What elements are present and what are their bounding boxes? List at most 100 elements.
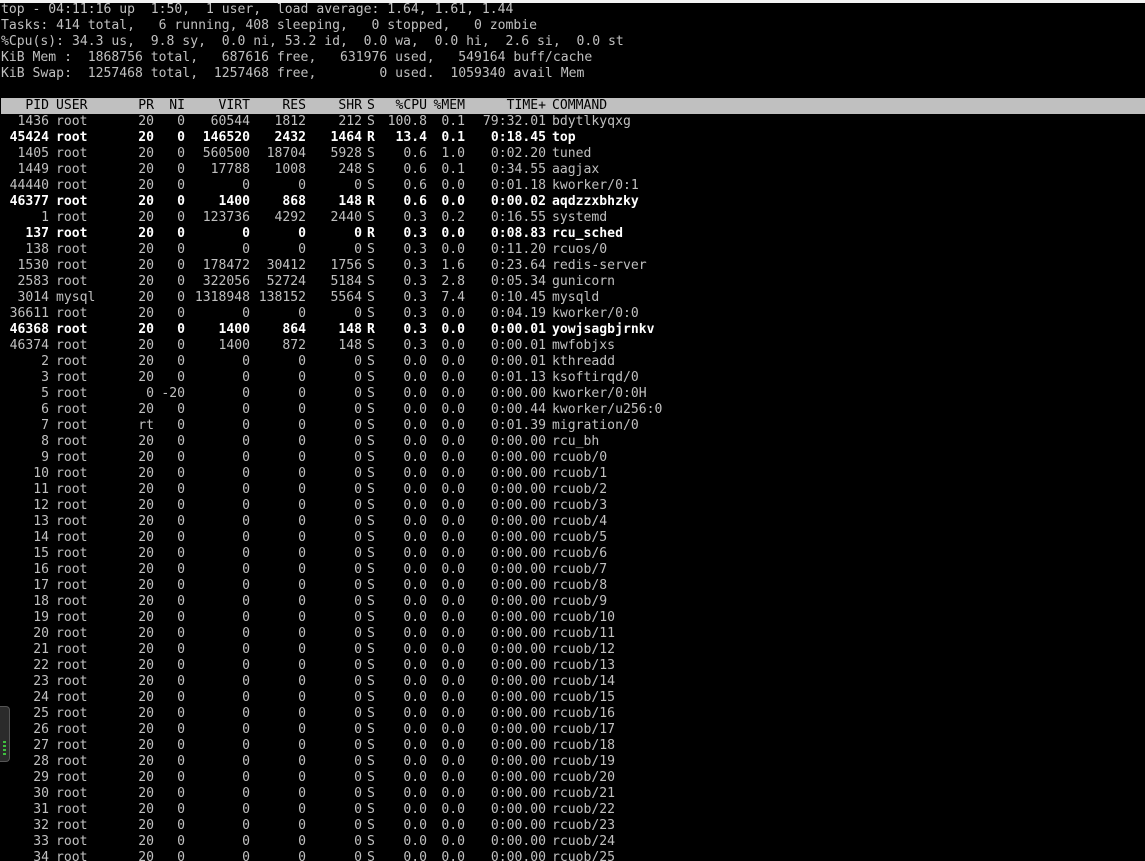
table-row[interactable]: 11 root 20 0 0 0 0 S 0.0 0.0 0:00.00 rcuob/2 — [1, 482, 1145, 498]
table-row[interactable]: 13 root 20 0 0 0 0 S 0.0 0.0 0:00.00 rcuob/4 — [1, 514, 1145, 530]
table-row[interactable]: 6 root 20 0 0 0 0 S 0.0 0.0 0:00.44 kworker/u256:0 — [1, 402, 1145, 418]
table-row[interactable]: 26 root 20 0 0 0 0 S 0.0 0.0 0:00.00 rcuob/17 — [1, 722, 1145, 738]
table-row[interactable]: 1 root 20 0 123736 4292 2440 S 0.3 0.2 0:16.55 syst… — [1, 210, 1145, 226]
cell-virt: 0 — [242, 178, 250, 193]
cell-shr: 0 — [354, 562, 362, 577]
table-row[interactable]: 28 root 20 0 0 0 0 S 0.0 0.0 0:00.00 rcuob/19 — [1, 754, 1145, 770]
cell-priority: 20 — [138, 850, 154, 861]
cell-command: rcuob/12 — [552, 642, 616, 657]
table-row[interactable]: 46377 root 20 0 1400 868 148 R 0.6 0.0 0:00.02 aqdz… — [1, 194, 1145, 210]
table-row[interactable]: 9 root 20 0 0 0 0 S 0.0 0.0 0:00.00 rcuob/0 — [1, 450, 1145, 466]
table-row[interactable]: 1449 root 20 0 17788 1008 248 S 0.6 0.1 0:34.55 aag… — [1, 162, 1145, 178]
cell-cpu: 0.3 — [403, 322, 427, 337]
table-row[interactable]: 17 root 20 0 0 0 0 S 0.0 0.0 0:00.00 rcuob/8 — [1, 578, 1145, 594]
cell-user: root — [56, 434, 88, 449]
table-row[interactable]: 46368 root 20 0 1400 864 148 R 0.3 0.0 0:00.01 yowj… — [1, 322, 1145, 338]
cell-res: 2432 — [274, 130, 306, 145]
cell-virt: 0 — [242, 498, 250, 513]
table-row[interactable]: 3 root 20 0 0 0 0 S 0.0 0.0 0:01.13 ksoftirqd/0 — [1, 370, 1145, 386]
cell-command: rcuob/25 — [552, 850, 616, 861]
cell-priority: 20 — [138, 738, 154, 753]
table-row[interactable]: 33 root 20 0 0 0 0 S 0.0 0.0 0:00.00 rcuob/24 — [1, 834, 1145, 850]
cell-priority: 20 — [138, 706, 154, 721]
table-row[interactable]: 3014 mysql 20 0 1318948 138152 5564 S 0.3 7.4 0:10… — [1, 290, 1145, 306]
terminal-screen[interactable]: top - 04:11:16 up 1:50, 1 user, load ave… — [1, 2, 1145, 861]
cell-shr: 0 — [354, 786, 362, 801]
cell-mem: 0.0 — [441, 610, 465, 625]
table-row[interactable]: 31 root 20 0 0 0 0 S 0.0 0.0 0:00.00 rcuob/22 — [1, 802, 1145, 818]
table-row[interactable]: 45424 root 20 0 146520 2432 1464 R 13.4 0.1 0:18.4… — [1, 130, 1145, 146]
cell-priority: 20 — [138, 114, 154, 129]
table-row[interactable]: 18 root 20 0 0 0 0 S 0.0 0.0 0:00.00 rcuob/9 — [1, 594, 1145, 610]
cell-priority: 20 — [138, 514, 154, 529]
cell-command: redis-server — [552, 258, 647, 273]
cell-user: root — [56, 562, 88, 577]
table-row[interactable]: 14 root 20 0 0 0 0 S 0.0 0.0 0:00.00 rcuob/5 — [1, 530, 1145, 546]
table-row[interactable]: 8 root 20 0 0 0 0 S 0.0 0.0 0:00.00 rcu_bh — [1, 434, 1145, 450]
table-row[interactable]: 138 root 20 0 0 0 0 S 0.3 0.0 0:11.20 rcuos/0 — [1, 242, 1145, 258]
cell-command: rcuob/16 — [552, 706, 616, 721]
table-row[interactable]: 24 root 20 0 0 0 0 S 0.0 0.0 0:00.00 rcuob/15 — [1, 690, 1145, 706]
cell-priority: 20 — [138, 450, 154, 465]
table-row[interactable]: 5 root 0 -20 0 0 0 S 0.0 0.0 0:00.00 kworker/0:0H — [1, 386, 1145, 402]
table-row[interactable]: 137 root 20 0 0 0 0 R 0.3 0.0 0:08.83 rcu_sched — [1, 226, 1145, 242]
cell-pid: 21 — [33, 642, 49, 657]
cell-pid: 29 — [33, 770, 49, 785]
table-row[interactable]: 12 root 20 0 0 0 0 S 0.0 0.0 0:00.00 rcuob/3 — [1, 498, 1145, 514]
cell-command: rcuob/0 — [552, 450, 608, 465]
cell-priority: 20 — [138, 482, 154, 497]
cell-virt: 560500 — [202, 146, 250, 161]
table-row[interactable]: 1436 root 20 0 60544 1812 212 S 100.8 0.1 79:32.01… — [1, 114, 1145, 130]
cell-virt: 0 — [242, 578, 250, 593]
table-row[interactable]: 1405 root 20 0 560500 18704 5928 S 0.6 1.0 0:02.20… — [1, 146, 1145, 162]
cell-command: gunicorn — [552, 274, 616, 289]
table-row[interactable]: 23 root 20 0 0 0 0 S 0.0 0.0 0:00.00 rcuob/14 — [1, 674, 1145, 690]
table-row[interactable]: 15 root 20 0 0 0 0 S 0.0 0.0 0:00.00 rcuob/6 — [1, 546, 1145, 562]
cell-command: tuned — [552, 146, 592, 161]
cell-state: S — [367, 562, 375, 577]
table-row[interactable]: 20 root 20 0 0 0 0 S 0.0 0.0 0:00.00 rcuob/11 — [1, 626, 1145, 642]
cell-priority: 20 — [138, 674, 154, 689]
table-row[interactable]: 2 root 20 0 0 0 0 S 0.0 0.0 0:00.01 kthreadd — [1, 354, 1145, 370]
cell-command: top — [552, 130, 576, 145]
table-row[interactable]: 19 root 20 0 0 0 0 S 0.0 0.0 0:00.00 rcuob/10 — [1, 610, 1145, 626]
table-row[interactable]: 46374 root 20 0 1400 872 148 S 0.3 0.0 0:00.01 mwfo… — [1, 338, 1145, 354]
side-panel-handle[interactable] — [0, 706, 10, 762]
table-row[interactable]: 30 root 20 0 0 0 0 S 0.0 0.0 0:00.00 rcuob/21 — [1, 786, 1145, 802]
cell-nice: 0 — [177, 274, 185, 289]
table-row[interactable]: 44440 root 20 0 0 0 0 S 0.6 0.0 0:01.18 kworker/0:1 — [1, 178, 1145, 194]
cell-virt: 0 — [242, 242, 250, 257]
cell-mem: 0.2 — [441, 210, 465, 225]
table-row[interactable]: 25 root 20 0 0 0 0 S 0.0 0.0 0:00.00 rcuob/16 — [1, 706, 1145, 722]
cell-virt: 0 — [242, 674, 250, 689]
table-row[interactable]: 2583 root 20 0 322056 52724 5184 S 0.3 2.8 0:05.34… — [1, 274, 1145, 290]
cell-shr: 0 — [354, 418, 362, 433]
cell-priority: 20 — [138, 690, 154, 705]
cell-mem: 0.0 — [441, 738, 465, 753]
table-row[interactable]: 7 root rt 0 0 0 0 S 0.0 0.0 0:01.39 migration/0 — [1, 418, 1145, 434]
cell-shr: 0 — [354, 226, 362, 241]
cell-mem: 0.0 — [441, 722, 465, 737]
cell-pid: 138 — [25, 242, 49, 257]
cell-time: 0:00.00 — [490, 466, 546, 481]
table-row[interactable]: 34 root 20 0 0 0 0 S 0.0 0.0 0:00.00 rcuob/25 — [1, 850, 1145, 861]
cell-virt: 0 — [242, 786, 250, 801]
cell-res: 0 — [298, 770, 306, 785]
table-row[interactable]: 16 root 20 0 0 0 0 S 0.0 0.0 0:00.00 rcuob/7 — [1, 562, 1145, 578]
cell-nice: 0 — [177, 754, 185, 769]
cell-user: root — [56, 338, 88, 353]
cell-cpu: 0.6 — [403, 194, 427, 209]
table-row[interactable]: 1530 root 20 0 178472 30412 1756 S 0.3 1.6 0:23.64… — [1, 258, 1145, 274]
table-row[interactable]: 36611 root 20 0 0 0 0 S 0.3 0.0 0:04.19 kworker/0:0 — [1, 306, 1145, 322]
table-row[interactable]: 10 root 20 0 0 0 0 S 0.0 0.0 0:00.00 rcuob/1 — [1, 466, 1145, 482]
cell-time: 0:00.00 — [490, 706, 546, 721]
cell-cpu: 13.4 — [395, 130, 427, 145]
table-row[interactable]: 32 root 20 0 0 0 0 S 0.0 0.0 0:00.00 rcuob/23 — [1, 818, 1145, 834]
table-row[interactable]: 21 root 20 0 0 0 0 S 0.0 0.0 0:00.00 rcuob/12 — [1, 642, 1145, 658]
table-row[interactable]: 22 root 20 0 0 0 0 S 0.0 0.0 0:00.00 rcuob/13 — [1, 658, 1145, 674]
table-row[interactable]: 27 root 20 0 0 0 0 S 0.0 0.0 0:00.00 rcuob/18 — [1, 738, 1145, 754]
cell-command: kworker/0:1 — [552, 178, 639, 193]
cell-priority: 20 — [138, 130, 154, 145]
table-row[interactable]: 29 root 20 0 0 0 0 S 0.0 0.0 0:00.00 rcuob/20 — [1, 770, 1145, 786]
cell-command: rcuob/18 — [552, 738, 616, 753]
